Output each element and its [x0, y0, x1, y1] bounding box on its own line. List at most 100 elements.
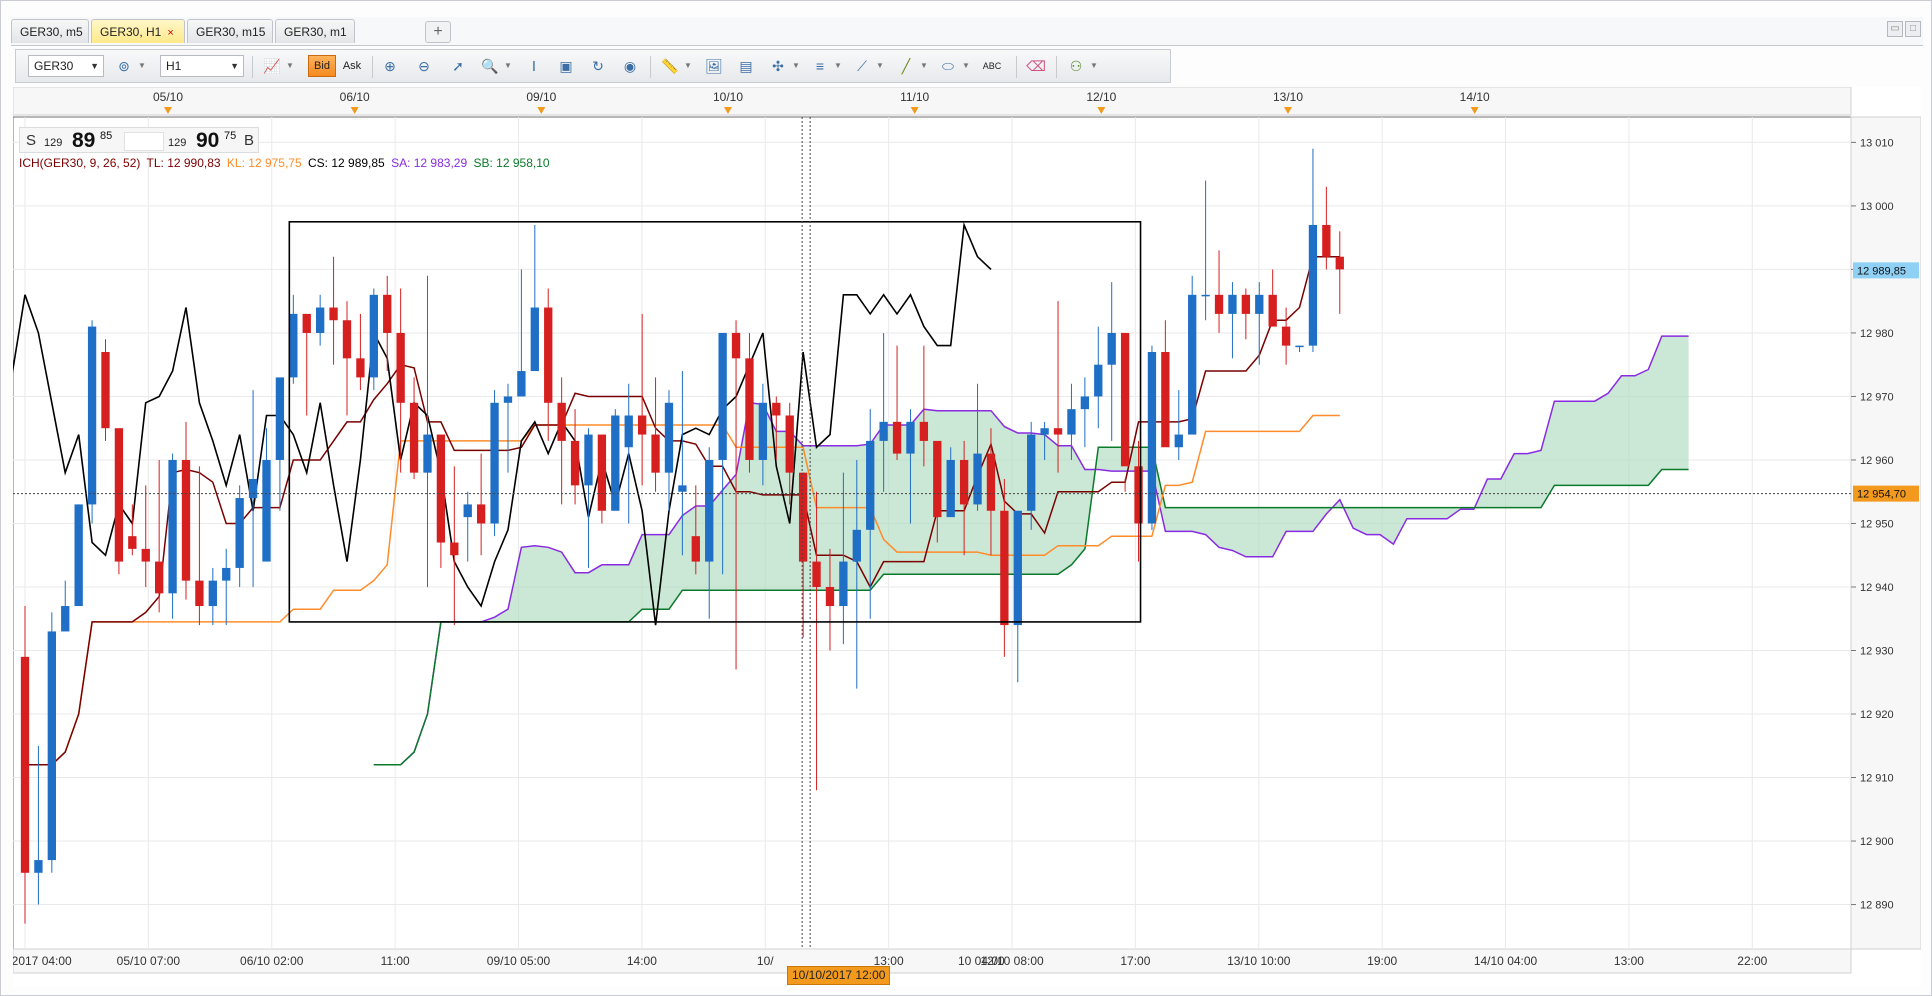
object-list-icon[interactable]: ⚇: [1064, 55, 1088, 77]
text-size-icon[interactable]: Ⅰ: [522, 55, 546, 77]
restore-window-icon[interactable]: ▭: [1887, 21, 1903, 37]
chevron-down-icon[interactable]: ▼: [792, 61, 800, 70]
candle-body[interactable]: [745, 358, 754, 460]
zoom-out-icon[interactable]: ⊖: [412, 55, 436, 77]
link-icon[interactable]: ⊚: [112, 55, 136, 77]
candle-body[interactable]: [946, 459, 955, 518]
candle-body[interactable]: [302, 313, 311, 333]
candle-body[interactable]: [1228, 294, 1237, 314]
zoom-area-icon[interactable]: 🔍: [478, 55, 502, 77]
tab-ger30-m5[interactable]: GER30, m5: [11, 19, 89, 43]
candle-body[interactable]: [785, 415, 794, 473]
eraser-icon[interactable]: ⌫: [1024, 55, 1048, 77]
candle-body[interactable]: [47, 631, 56, 861]
candle-body[interactable]: [181, 459, 191, 581]
candle-body[interactable]: [530, 307, 539, 372]
candle-body[interactable]: [235, 498, 244, 568]
candle-body[interactable]: [315, 307, 325, 333]
close-icon[interactable]: ×: [167, 27, 173, 39]
candle-body[interactable]: [1013, 510, 1022, 626]
candle-body[interactable]: [74, 504, 83, 607]
candle-body[interactable]: [1281, 326, 1291, 346]
add-tab-button[interactable]: +: [425, 21, 451, 43]
candle-body[interactable]: [570, 440, 580, 486]
candle-body[interactable]: [1040, 428, 1049, 435]
chevron-down-icon[interactable]: ▼: [504, 61, 512, 70]
zoom-in-icon[interactable]: ⊕: [378, 55, 402, 77]
candle-body[interactable]: [141, 548, 150, 562]
template-icon[interactable]: ▤: [734, 55, 758, 77]
candle-body[interactable]: [919, 421, 929, 441]
candle-body[interactable]: [1214, 294, 1224, 314]
candle-body[interactable]: [611, 415, 620, 511]
candle-body[interactable]: [1147, 351, 1157, 524]
candle-body[interactable]: [383, 294, 392, 333]
candle-body[interactable]: [490, 402, 499, 524]
candle-body[interactable]: [128, 536, 137, 549]
candle-body[interactable]: [1094, 364, 1103, 397]
candle-body[interactable]: [758, 402, 768, 460]
candle-body[interactable]: [1053, 428, 1063, 435]
chevron-down-icon[interactable]: ▼: [684, 61, 692, 70]
candle-body[interactable]: [557, 402, 566, 441]
candle-body[interactable]: [973, 453, 982, 505]
ruler-icon[interactable]: 📏: [658, 55, 682, 77]
candle-body[interactable]: [1134, 466, 1143, 524]
crosshair-icon[interactable]: ✣: [766, 55, 790, 77]
candle-body[interactable]: [544, 307, 553, 403]
picture-icon[interactable]: 🖼: [702, 55, 726, 77]
candle-body[interactable]: [329, 307, 338, 321]
symbol-select[interactable]: GER30 ▼: [28, 55, 104, 77]
candle-body[interactable]: [476, 504, 486, 524]
candle-body[interactable]: [409, 402, 419, 473]
candle-body[interactable]: [866, 440, 875, 530]
candle-body[interactable]: [1255, 294, 1264, 314]
candle-body[interactable]: [839, 561, 848, 607]
candle-body[interactable]: [664, 402, 674, 473]
chart-area[interactable]: 04/10/2017 04:00 05/10 07:00 06/10 02:00 11…: [13, 87, 1921, 987]
candle-body[interactable]: [624, 415, 633, 448]
candle-body[interactable]: [731, 332, 741, 359]
candle-body[interactable]: [933, 440, 942, 518]
globe-icon[interactable]: ◉: [618, 55, 642, 77]
timeframe-select[interactable]: H1 ▼: [160, 55, 244, 77]
candle-body[interactable]: [1188, 294, 1197, 435]
candle-body[interactable]: [959, 459, 969, 505]
candle-body[interactable]: [423, 434, 432, 473]
candle-body[interactable]: [275, 377, 285, 460]
save-image-icon[interactable]: ▣: [554, 55, 578, 77]
candle-body[interactable]: [208, 580, 217, 607]
candle-body[interactable]: [1161, 351, 1170, 448]
candle-body[interactable]: [1322, 224, 1331, 257]
candle-body[interactable]: [678, 485, 687, 492]
candle-body[interactable]: [986, 453, 996, 511]
candle-body[interactable]: [852, 529, 861, 562]
refresh-icon[interactable]: ↻: [586, 55, 610, 77]
chart-type-icon[interactable]: 📈: [260, 55, 284, 77]
candle-body[interactable]: [463, 504, 472, 518]
candle-body[interactable]: [597, 434, 607, 511]
tab-ger30-m15[interactable]: GER30, m15: [187, 19, 273, 43]
candle-body[interactable]: [155, 561, 164, 594]
candle-body[interactable]: [1268, 294, 1277, 327]
candle-body[interactable]: [718, 332, 727, 460]
candle-body[interactable]: [114, 428, 124, 562]
price-chart[interactable]: 04/10/2017 04:00 05/10 07:00 06/10 02:00 11…: [13, 87, 1921, 987]
chevron-down-icon[interactable]: ▼: [920, 61, 928, 70]
cursor-icon[interactable]: ➚: [446, 55, 470, 77]
candle-body[interactable]: [1295, 345, 1304, 348]
candle-body[interactable]: [1107, 332, 1116, 365]
chevron-down-icon[interactable]: ▼: [876, 61, 884, 70]
ellipse-icon[interactable]: ⬭: [936, 55, 960, 77]
candle-body[interactable]: [396, 332, 405, 403]
candle-body[interactable]: [101, 351, 110, 429]
bid-button[interactable]: Bid: [308, 55, 336, 77]
chevron-down-icon[interactable]: ▼: [1090, 61, 1098, 70]
candle-body[interactable]: [1308, 224, 1318, 346]
chevron-down-icon[interactable]: ▼: [138, 61, 146, 70]
candle-body[interactable]: [1241, 294, 1251, 314]
candle-body[interactable]: [1201, 294, 1210, 297]
candle-body[interactable]: [879, 421, 888, 441]
tab-ger30-h1[interactable]: GER30, H1 ×: [91, 19, 185, 43]
candle-body[interactable]: [705, 459, 714, 562]
